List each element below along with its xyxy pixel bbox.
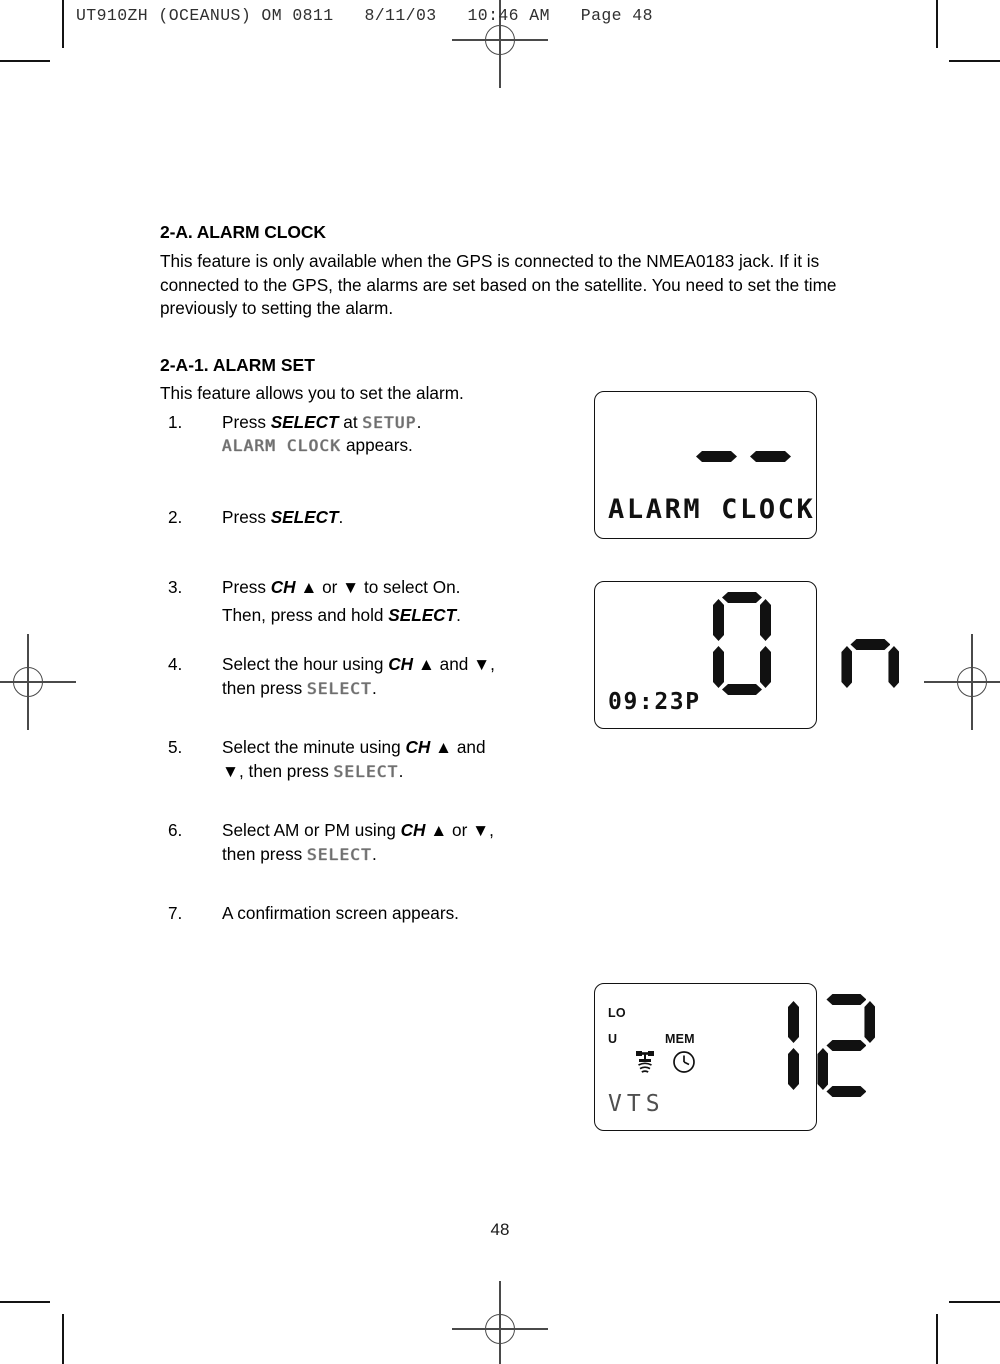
list-item: 3. Press CH ▲ or ▼ to select On. Then, p… (160, 576, 580, 627)
lcd-panel-alarm-on: 09:23P (594, 581, 817, 729)
lcd-word-alarm-clock: ALARM CLOCK (222, 436, 342, 455)
step-line: then press SELECT. (222, 843, 580, 867)
crop-mark-top-right-horizontal (949, 60, 1000, 62)
step-line: Select AM or PM using CH ▲ or ▼, (222, 819, 580, 843)
step-line: Then, press and hold SELECT. (222, 604, 580, 628)
step-line: A confirmation screen appears. (222, 903, 459, 923)
step-text: . (398, 760, 404, 781)
lcd-label-time: 09:23P (608, 689, 701, 715)
step-text: Press (222, 411, 271, 432)
command-select: SELECT (270, 411, 339, 432)
step-list: 1. Press SELECT at SETUP. ALARM CLOCK ap… (160, 411, 580, 926)
step-text: . (372, 843, 377, 864)
step-text: Press (222, 506, 271, 527)
lcd-label-alarm-clock: ALARM CLOCK (608, 494, 816, 525)
annunciator-mem: MEM (665, 1032, 695, 1046)
step-line: ▼, then press SELECT. (222, 760, 580, 784)
section-body: This feature is only available when the … (160, 251, 837, 318)
satellite-icon (633, 1049, 657, 1075)
lcd-seg-digit-n (841, 592, 899, 695)
lcd-panel-alarm-clock: ALARM CLOCK (594, 391, 817, 539)
page-content: 2-A. ALARM CLOCK This feature is only av… (160, 222, 860, 926)
list-item: 4. Select the hour using CH ▲ and ▼, the… (160, 653, 580, 700)
lcd-seg-digit-O (713, 592, 771, 695)
scanned-manual-page: UT910ZH (OCEANUS) OM 0811 8/11/03 10:46 … (0, 0, 1000, 1364)
step-number: 2. (168, 506, 183, 527)
lcd-seg-digit-1 (741, 994, 799, 1097)
print-slug: UT910ZH (OCEANUS) OM 0811 8/11/03 10:46 … (76, 6, 653, 25)
step-text: . (372, 677, 377, 698)
crop-mark-top-right-vertical (936, 0, 938, 48)
crop-mark-bottom-right-vertical (936, 1314, 938, 1364)
step-number: 3. (168, 577, 183, 597)
crop-mark-top-left-horizontal (0, 60, 50, 62)
lcd-word-setup: SETUP (362, 412, 417, 432)
step-line: Press CH ▲ or ▼ to select On. (222, 576, 580, 600)
step-text: Press (222, 577, 271, 597)
step-number: 7. (168, 903, 183, 923)
step-line: Select the hour using CH ▲ and ▼, (222, 653, 580, 677)
step-text: ▲ and ▼, (413, 654, 495, 674)
list-item: 6. Select AM or PM using CH ▲ or ▼, then… (160, 819, 580, 866)
command-select: SELECT (270, 506, 339, 527)
step-line: then press SELECT. (222, 677, 580, 701)
step-text: appears. (341, 435, 413, 455)
lcd-seg-digit-2 (817, 994, 875, 1097)
step-line: ALARM CLOCK appears. (222, 434, 580, 458)
step-number: 1. (168, 411, 183, 432)
command-ch: CH (270, 577, 296, 597)
crop-mark-bottom-left-vertical (62, 1314, 64, 1364)
step-text: . (456, 604, 461, 625)
step-number: 5. (168, 737, 183, 757)
step-text: ▲ and (430, 737, 486, 757)
lcd-word-select: SELECT (307, 678, 373, 698)
crop-mark-top-left-vertical (62, 0, 64, 48)
lcd-word-select: SELECT (307, 844, 373, 864)
step-line: Select the minute using CH ▲ and (222, 736, 580, 760)
lcd-panel-confirmation: LO U MEM VTS (594, 983, 817, 1131)
step-text: then press (222, 843, 308, 864)
step-text: ▲ or ▼, (425, 820, 494, 840)
annunciator-u: U (608, 1032, 618, 1046)
step-number: 4. (168, 654, 183, 674)
step-text: Select the minute using (222, 737, 406, 757)
annunciator-lo: LO (608, 1006, 626, 1020)
command-ch: CH (388, 654, 414, 674)
subsection-heading: 2-A-1. ALARM SET (160, 354, 315, 375)
step-text: then press (222, 677, 308, 698)
step-line: Press SELECT. (222, 506, 580, 530)
lcd-dash-right (750, 451, 791, 462)
step-text: Select the hour using (222, 654, 389, 674)
list-item: 5. Select the minute using CH ▲ and ▼, t… (160, 736, 580, 783)
step-text: . (338, 506, 344, 527)
crop-mark-bottom-right-horizontal (949, 1301, 1000, 1303)
command-ch: CH (405, 737, 431, 757)
list-item: 2. Press SELECT. (160, 506, 580, 530)
clock-icon (672, 1050, 696, 1074)
step-line: Press SELECT at SETUP. (222, 411, 580, 435)
lcd-dash-left (696, 451, 737, 462)
step-text: Then, press and hold (222, 604, 389, 625)
lcd-word-select: SELECT (333, 761, 399, 781)
crop-mark-bottom-left-horizontal (0, 1301, 50, 1303)
step-number: 6. (168, 820, 183, 840)
step-text: ▲ or ▼ to select On. (295, 577, 461, 597)
step-text: Select AM or PM using (222, 820, 401, 840)
command-ch: CH (400, 820, 426, 840)
section-heading: 2-A. ALARM CLOCK (160, 222, 326, 242)
list-item: 1. Press SELECT at SETUP. ALARM CLOCK ap… (160, 411, 580, 458)
lcd-label-vts: VTS (608, 1091, 665, 1117)
step-text: . (416, 411, 422, 432)
command-select: SELECT (388, 604, 457, 625)
step-text: ▼, then press (222, 760, 334, 781)
step-text: at (338, 411, 363, 432)
page-number: 48 (490, 1220, 510, 1239)
list-item: 7. A confirmation screen appears. (160, 902, 580, 926)
